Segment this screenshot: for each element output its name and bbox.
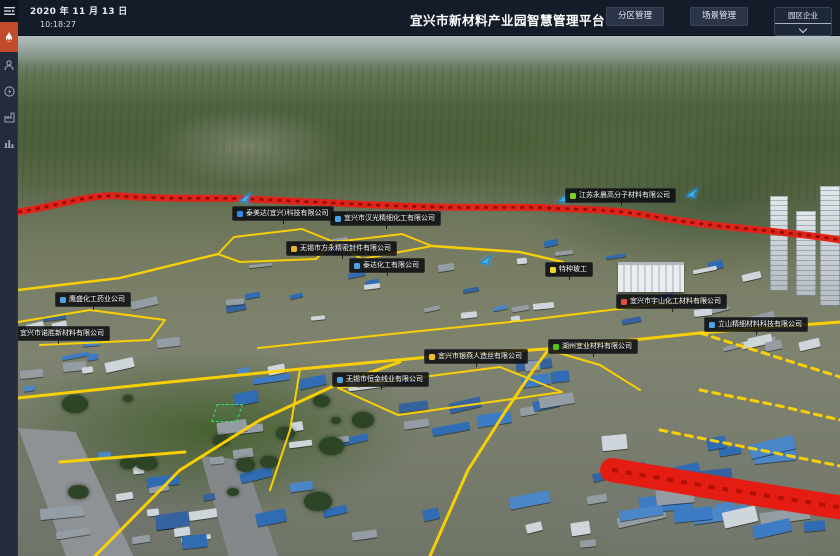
tall-building [770, 196, 788, 291]
company-icon [709, 322, 715, 328]
company-label[interactable]: 宜兴市汉光精细化工有限公司 [330, 211, 441, 226]
tree [304, 492, 331, 511]
company-label[interactable]: 宜兴市宇山化工材料有限公司 [616, 294, 727, 309]
distant-fields-texture [18, 62, 840, 202]
date-label: 2020 年 11 月 13 日 [30, 4, 128, 17]
company-label[interactable]: 泰美达(宜兴)科技有限公司 [232, 206, 334, 221]
company-label[interactable]: 鹰盛化工药业公司 [55, 292, 131, 307]
company-label[interactable]: 湖州宜业材料有限公司 [548, 339, 638, 354]
company-label-text: 湖州宜业材料有限公司 [562, 343, 632, 350]
company-label-text: 立山精细材料科技有限公司 [718, 321, 802, 328]
company-icon [621, 299, 627, 305]
chevron-down-icon [800, 25, 807, 32]
company-label-text: 鹰盛化工药业公司 [69, 296, 125, 303]
bar-chart-icon [4, 138, 15, 148]
sidebar-item-power[interactable] [0, 78, 18, 104]
company-label[interactable]: 泰达化工有限公司 [349, 258, 425, 273]
building [803, 520, 825, 532]
company-icon [553, 344, 559, 350]
building [182, 534, 208, 549]
company-label[interactable]: 江苏永晨高分子材料有限公司 [565, 188, 676, 203]
sidebar-item-stats[interactable] [0, 130, 18, 156]
page-title: 宜兴市新材料产业园智慧管理平台 [410, 10, 605, 29]
tree [276, 427, 295, 440]
dropdown-label: 园区企业 [775, 8, 831, 24]
building [510, 315, 520, 322]
map-3d-view[interactable]: 泰美达(宜兴)科技有限公司宜兴市汉光精细化工有限公司无锡市方永精密封件有限公司泰… [18, 36, 840, 556]
tree [236, 458, 255, 471]
company-label-text: 泰达化工有限公司 [363, 262, 419, 269]
flame-icon [4, 31, 14, 43]
building [601, 434, 628, 451]
header-actions: 分区管理 场景管理 园区企业 [606, 7, 832, 36]
company-label-text: 无锡市恒金线业有限公司 [346, 376, 423, 383]
company-label[interactable]: 无锡市恒金线业有限公司 [332, 372, 429, 387]
company-label[interactable]: 特种玻工 [545, 262, 593, 277]
sidebar-item-menu[interactable] [0, 0, 18, 22]
company-icon [570, 193, 576, 199]
company-label[interactable]: 宜兴市银燕人造丝有限公司 [424, 349, 528, 364]
sidebar-item-fire[interactable] [0, 22, 18, 52]
header-bar: 2020 年 11 月 13 日 10:18:27 宜兴市新材料产业园智慧管理平… [18, 0, 840, 36]
company-label-text: 宜兴市诺胜新材料有限公司 [20, 330, 104, 337]
tree [319, 437, 344, 455]
company-icon [60, 297, 66, 303]
sidebar-item-factory[interactable] [0, 104, 18, 130]
tree [352, 412, 374, 427]
company-icon [429, 354, 435, 360]
company-icon [354, 263, 360, 269]
company-label-text: 宜兴市银燕人造丝有限公司 [438, 353, 522, 360]
app-window: 2020 年 11 月 13 日 10:18:27 宜兴市新材料产业园智慧管理平… [0, 0, 840, 556]
company-label[interactable]: 宜兴市诺胜新材料有限公司 [18, 326, 110, 341]
datetime: 2020 年 11 月 13 日 10:18:27 [30, 4, 128, 29]
building [551, 370, 570, 382]
time-label: 10:18:27 [40, 20, 128, 29]
scene-manage-button[interactable]: 场景管理 [690, 7, 748, 26]
tall-building [820, 186, 840, 306]
company-icon [337, 377, 343, 383]
plane-marker-icon[interactable] [236, 188, 254, 204]
menu-icon [4, 6, 15, 16]
company-icon [291, 246, 297, 252]
company-label-text: 宜兴市宇山化工材料有限公司 [630, 298, 721, 305]
horizon-haze [18, 36, 840, 66]
partition-manage-button[interactable]: 分区管理 [606, 7, 664, 26]
company-label[interactable]: 无锡市方永精密封件有限公司 [286, 241, 397, 256]
company-label-text: 泰美达(宜兴)科技有限公司 [246, 210, 328, 217]
company-icon [335, 216, 341, 222]
park-enterprise-dropdown[interactable]: 园区企业 [774, 7, 832, 36]
company-label-text: 特种玻工 [559, 266, 587, 273]
building [655, 487, 694, 505]
user-icon [4, 60, 14, 71]
tall-building [796, 211, 816, 296]
plane-marker-icon[interactable] [683, 183, 701, 199]
building [97, 451, 110, 459]
plane-marker-icon[interactable] [477, 250, 495, 266]
company-label-text: 宜兴市汉光精细化工有限公司 [344, 215, 435, 222]
power-icon [4, 86, 15, 97]
tree [331, 417, 341, 424]
company-icon [550, 267, 556, 273]
white-office-building [618, 262, 684, 292]
company-label[interactable]: 立山精细材料科技有限公司 [704, 317, 808, 332]
company-label-text: 江苏永晨高分子材料有限公司 [579, 192, 670, 199]
tree [135, 455, 156, 470]
sidebar [0, 0, 18, 556]
tree [313, 395, 330, 407]
building [571, 520, 592, 536]
tree [62, 395, 87, 413]
company-label-text: 无锡市方永精密封件有限公司 [300, 245, 391, 252]
factory-icon [4, 112, 15, 123]
company-icon [237, 211, 243, 217]
sidebar-item-user[interactable] [0, 52, 18, 78]
